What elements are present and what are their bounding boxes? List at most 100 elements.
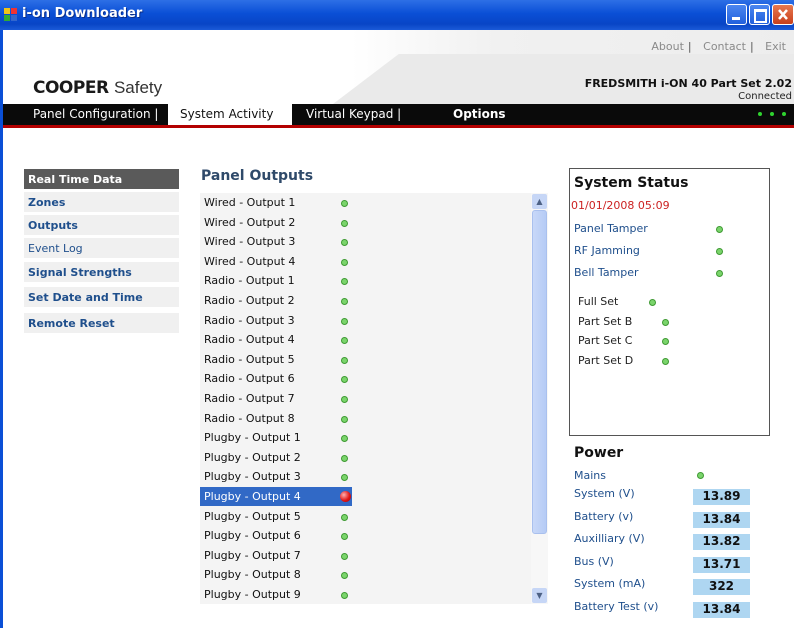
sidebar-item-outputs[interactable]: Outputs xyxy=(24,215,179,236)
sidebar-item-signal-strengths[interactable]: Signal Strengths xyxy=(24,262,179,283)
output-status-icon xyxy=(341,376,348,384)
output-row[interactable]: Wired - Output 3 xyxy=(200,232,530,251)
window-title: i-on Downloader xyxy=(22,6,143,21)
minimize-icon[interactable] xyxy=(726,4,747,25)
output-status-icon xyxy=(341,278,348,286)
output-label: Wired - Output 3 xyxy=(204,235,296,249)
power-reading-label: Battery (v) xyxy=(574,509,634,523)
power-reading-label: System (mA) xyxy=(574,577,646,591)
app-icon xyxy=(4,8,18,22)
status-alert-label: Bell Tamper xyxy=(574,266,639,279)
tab-system-activity[interactable]: System Activity xyxy=(168,104,292,125)
output-row[interactable]: Plugby - Output 2 xyxy=(200,448,530,467)
output-row[interactable]: Wired - Output 4 xyxy=(200,252,530,271)
window-titlebar: i-on Downloader xyxy=(0,0,794,30)
output-status-icon xyxy=(341,435,348,443)
system-status-title: System Status xyxy=(574,175,689,191)
output-row[interactable]: Plugby - Output 7 xyxy=(200,546,530,565)
output-label: Wired - Output 2 xyxy=(204,215,296,229)
sidebar-item-real-time-data[interactable]: Real Time Data xyxy=(24,169,179,190)
set-mode-status-icon xyxy=(662,318,669,326)
output-status-icon xyxy=(341,552,348,560)
output-label: Plugby - Output 8 xyxy=(204,568,301,582)
output-status-icon xyxy=(341,239,348,247)
about-link[interactable]: About xyxy=(651,40,684,53)
status-ok-icon xyxy=(716,248,723,255)
outputs-scrollbar[interactable]: ▲ ▼ xyxy=(531,193,548,604)
output-label: Wired - Output 4 xyxy=(204,254,296,268)
output-status-icon xyxy=(341,533,348,541)
output-row[interactable]: Plugby - Output 6 xyxy=(200,526,530,545)
outputs-list[interactable]: Wired - Output 1 Wired - Output 2 Wired - … xyxy=(200,193,548,604)
output-status-icon xyxy=(341,474,348,482)
scroll-thumb[interactable] xyxy=(532,210,547,534)
output-row[interactable]: Plugby - Output 8 xyxy=(200,565,530,584)
output-row[interactable]: Plugby - Output 1 xyxy=(200,428,530,447)
output-row[interactable]: Plugby - Output 5 xyxy=(200,507,530,526)
sidebar-item-remote-reset[interactable]: Remote Reset xyxy=(24,313,179,334)
scroll-down-icon[interactable]: ▼ xyxy=(532,588,547,603)
exit-link[interactable]: Exit xyxy=(765,40,786,53)
output-label: Radio - Output 1 xyxy=(204,274,295,288)
output-row[interactable]: Radio - Output 3 xyxy=(200,311,530,330)
power-reading-value: 13.84 xyxy=(693,602,750,618)
output-label: Radio - Output 5 xyxy=(204,352,295,366)
set-mode-status-icon xyxy=(662,357,669,365)
output-status-icon xyxy=(341,219,348,227)
output-label: Wired - Output 1 xyxy=(204,196,296,209)
output-label: Plugby - Output 3 xyxy=(204,470,301,484)
output-row[interactable]: Radio - Output 1 xyxy=(200,271,530,290)
output-row[interactable]: Radio - Output 4 xyxy=(200,330,530,349)
output-row[interactable]: Radio - Output 7 xyxy=(200,389,530,408)
set-mode-label: Full Set xyxy=(578,295,619,308)
power-reading-value: 13.71 xyxy=(693,556,750,573)
output-row[interactable]: Wired - Output 1 xyxy=(200,193,530,212)
power-reading-value: 322 xyxy=(693,579,750,596)
maximize-icon[interactable] xyxy=(749,4,770,25)
output-row[interactable]: Radio - Output 8 xyxy=(200,409,530,428)
scroll-up-icon[interactable]: ▲ xyxy=(532,194,547,209)
sidebar-item-zones[interactable]: Zones xyxy=(24,192,179,213)
status-alert-label: Panel Tamper xyxy=(574,222,648,235)
output-row[interactable]: Radio - Output 2 xyxy=(200,291,530,310)
output-label: Plugby - Output 1 xyxy=(204,431,301,445)
contact-link[interactable]: Contact xyxy=(703,40,746,53)
set-mode-label: Part Set D xyxy=(578,353,634,367)
output-status-icon xyxy=(341,454,348,462)
set-mode-status-icon xyxy=(662,338,669,345)
output-row[interactable]: Radio - Output 6 xyxy=(200,369,530,388)
status-light-icon xyxy=(782,112,786,116)
output-label: Plugby - Output 9 xyxy=(204,588,301,601)
output-status-icon xyxy=(341,337,348,345)
close-icon[interactable] xyxy=(772,4,794,25)
output-row[interactable]: Wired - Output 2 xyxy=(200,213,530,232)
output-row[interactable]: Plugby - Output 4 xyxy=(200,487,352,506)
power-reading-label: Battery Test (v) xyxy=(574,600,659,613)
output-label: Plugby - Output 5 xyxy=(204,509,301,523)
output-label: Radio - Output 8 xyxy=(204,411,295,425)
output-row[interactable]: Plugby - Output 3 xyxy=(200,467,530,486)
tab-virtual-keypad[interactable]: Virtual Keypad | xyxy=(306,104,401,125)
output-status-icon xyxy=(341,258,348,266)
cooper-safety-logo: COOPER Safety xyxy=(33,78,163,98)
status-alert-label: RF Jamming xyxy=(574,244,640,257)
output-status-icon xyxy=(341,572,348,580)
output-label: Plugby - Output 6 xyxy=(204,529,301,543)
output-label: Plugby - Output 2 xyxy=(204,450,301,464)
tab-panel-configuration[interactable]: Panel Configuration | xyxy=(33,104,158,125)
app-header: About | Contact | Exit COOPER Safety FREDS… xyxy=(3,30,794,104)
output-status-icon xyxy=(341,200,348,207)
tab-options[interactable]: Options xyxy=(453,104,506,125)
output-row[interactable]: Radio - Output 5 xyxy=(200,350,530,369)
output-label: Radio - Output 2 xyxy=(204,294,295,307)
output-status-icon xyxy=(341,415,348,423)
output-status-icon xyxy=(341,396,348,403)
output-row[interactable]: Plugby - Output 9 xyxy=(200,585,530,604)
top-links: About | Contact | Exit xyxy=(651,40,786,53)
output-status-icon xyxy=(341,513,348,521)
sidebar-item-event-log[interactable]: Event Log xyxy=(24,238,179,259)
output-status-icon xyxy=(341,356,348,364)
sidebar-item-set-date-time[interactable]: Set Date and Time xyxy=(24,287,179,308)
status-ok-icon xyxy=(716,270,723,277)
output-status-icon xyxy=(341,298,348,305)
